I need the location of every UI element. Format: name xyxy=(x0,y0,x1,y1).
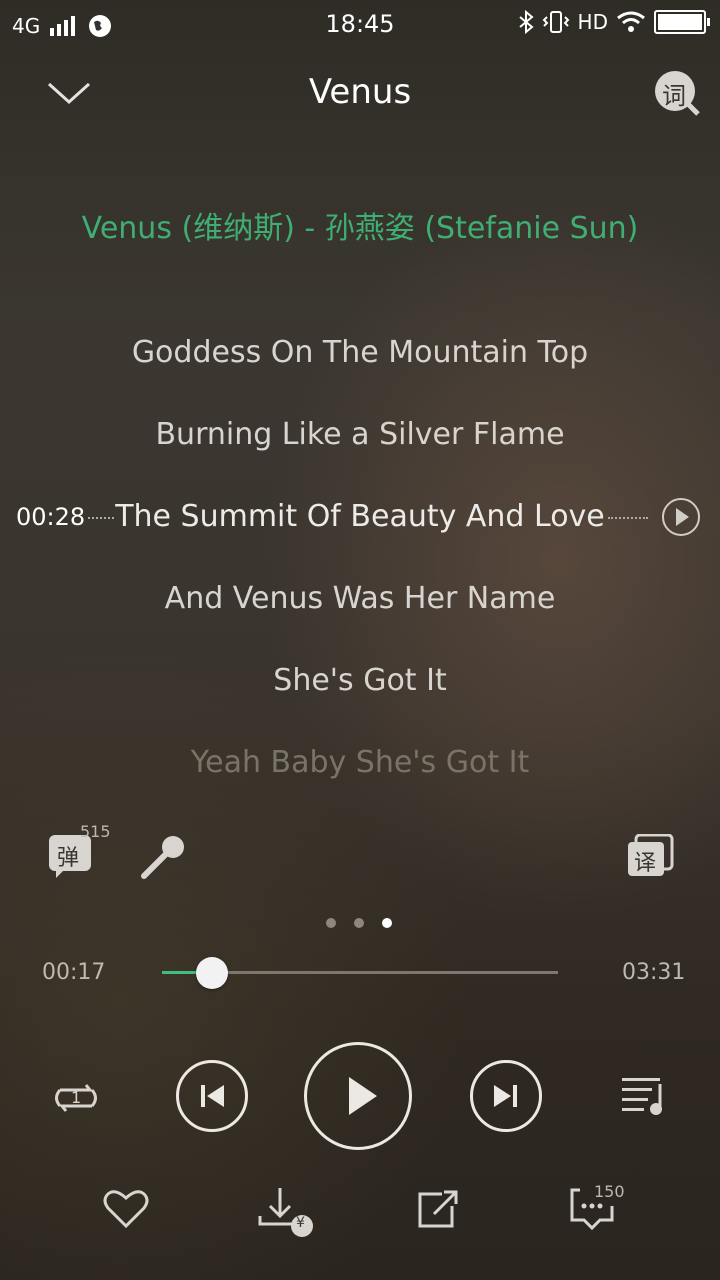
share-icon[interactable] xyxy=(416,1190,460,1230)
elapsed-time: 00:17 xyxy=(42,960,106,985)
comment-count: 150 xyxy=(594,1182,625,1201)
playlist-icon[interactable] xyxy=(620,1074,670,1118)
lyric-line-current[interactable]: The Summit Of Beauty And Love xyxy=(60,496,660,538)
seek-guide-left xyxy=(88,517,114,519)
repeat-one-button[interactable]: 1 xyxy=(50,1078,102,1118)
pager-dot[interactable] xyxy=(354,918,364,928)
lyrics-search-label: 词 xyxy=(662,82,686,110)
lyric-line[interactable]: She's Got It xyxy=(60,660,660,702)
pager-dot[interactable] xyxy=(326,918,336,928)
download-button[interactable]: ¥ xyxy=(258,1186,316,1238)
previous-button[interactable] xyxy=(176,1060,248,1132)
seek-time: 00:28 xyxy=(16,503,86,531)
page-title: Venus xyxy=(308,72,412,112)
lyric-line[interactable]: And Venus Was Her Name xyxy=(60,578,660,620)
bluetooth-icon xyxy=(518,10,534,34)
download-price-badge: ¥ xyxy=(296,1215,305,1231)
translate-button[interactable]: 译 xyxy=(626,834,674,878)
next-button[interactable] xyxy=(470,1060,542,1132)
battery-icon xyxy=(654,10,710,34)
seek-guide-right xyxy=(608,517,648,519)
danmaku-label: 弹 xyxy=(57,846,80,871)
lyric-line[interactable]: Goddess On The Mountain Top xyxy=(60,332,660,374)
skip-previous-icon xyxy=(201,1085,224,1107)
wifi-icon xyxy=(617,11,645,32)
status-bar: 4G 18:45 HD xyxy=(0,0,720,50)
lyric-line-title[interactable]: Venus (维纳斯) - 孙燕姿 (Stefanie Sun) xyxy=(60,208,660,250)
danmaku-count: 515 xyxy=(80,822,111,841)
play-button[interactable] xyxy=(304,1042,412,1150)
translate-label: 译 xyxy=(634,851,657,876)
lyric-line[interactable]: Burning Like a Silver Flame xyxy=(60,414,660,456)
download-icon xyxy=(258,1188,313,1237)
hd-label: HD xyxy=(577,10,608,34)
status-right: HD xyxy=(518,10,710,34)
lyric-line[interactable]: Yeah Baby She's Got It xyxy=(60,742,660,784)
total-duration: 03:31 xyxy=(622,960,686,985)
play-from-here-icon[interactable] xyxy=(660,496,702,538)
skip-next-icon xyxy=(494,1085,517,1107)
play-icon xyxy=(349,1077,377,1115)
progress-fill xyxy=(162,971,197,974)
lyrics-search-button[interactable]: 词 xyxy=(653,70,701,118)
heart-icon[interactable] xyxy=(102,1186,150,1230)
repeat-one-badge: 1 xyxy=(71,1088,82,1107)
pager-dot-active[interactable] xyxy=(382,918,392,928)
vibrate-icon xyxy=(542,11,569,33)
progress-knob[interactable] xyxy=(196,957,229,989)
microphone-icon[interactable] xyxy=(138,832,188,882)
